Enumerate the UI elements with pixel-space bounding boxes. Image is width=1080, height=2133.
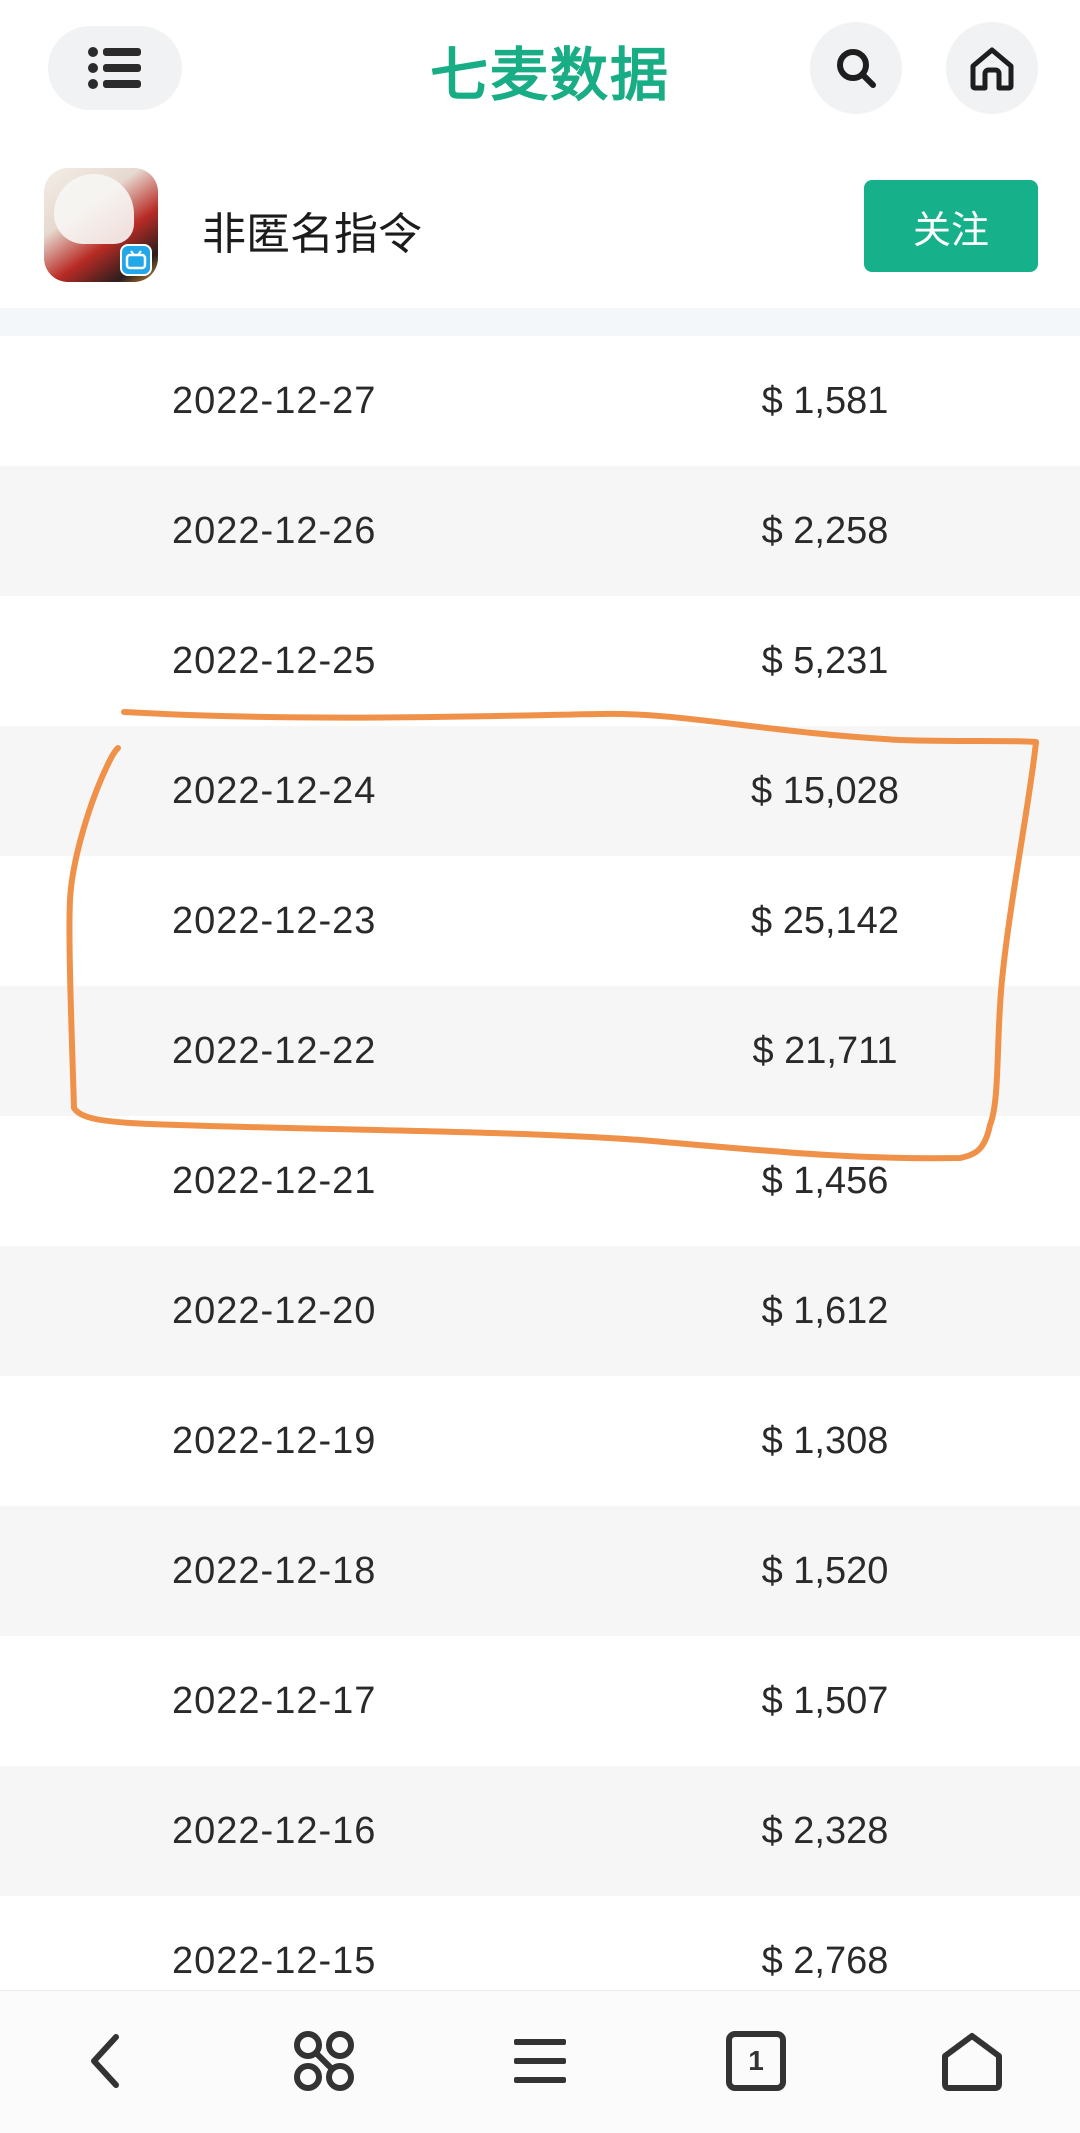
row-amount: $ 21,711 xyxy=(752,1029,898,1072)
home-icon xyxy=(970,47,1014,91)
search-button[interactable] xyxy=(810,22,902,114)
back-icon xyxy=(91,2034,119,2088)
table-row: 2022-12-21 $ 1,456 xyxy=(0,1116,1080,1246)
app-header: 非匿名指令 关注 xyxy=(0,140,1080,308)
home-nav-button[interactable] xyxy=(932,2021,1012,2101)
row-amount: $ 1,507 xyxy=(761,1679,889,1722)
row-date: 2022-12-20 xyxy=(172,1289,377,1332)
table-row: 2022-12-17 $ 1,507 xyxy=(0,1636,1080,1766)
app-icon-artwork xyxy=(54,174,134,244)
apps-button[interactable] xyxy=(284,2021,364,2101)
row-amount: $ 15,028 xyxy=(751,769,899,812)
browser-bottom-nav: 1 xyxy=(0,1990,1080,2133)
table-row: 2022-12-18 $ 1,520 xyxy=(0,1506,1080,1636)
table-row: 2022-12-20 $ 1,612 xyxy=(0,1246,1080,1376)
row-date: 2022-12-15 xyxy=(172,1939,377,1982)
home-button[interactable] xyxy=(946,22,1038,114)
row-date: 2022-12-23 xyxy=(172,899,377,942)
table-row: 2022-12-19 $ 1,308 xyxy=(0,1376,1080,1506)
row-amount: $ 2,768 xyxy=(761,1939,889,1982)
row-date: 2022-12-18 xyxy=(172,1549,377,1592)
table-row: 2022-12-26 $ 2,258 xyxy=(0,466,1080,596)
row-amount: $ 25,142 xyxy=(751,899,899,942)
row-date: 2022-12-19 xyxy=(172,1419,377,1462)
back-button[interactable] xyxy=(66,2021,146,2101)
follow-button[interactable]: 关注 xyxy=(864,180,1038,272)
revenue-table: 2022-12-27 $ 1,581 2022-12-26 $ 2,258 2022-1… xyxy=(0,336,1080,2026)
table-row: 2022-12-27 $ 1,581 xyxy=(0,336,1080,466)
row-date: 2022-12-22 xyxy=(172,1029,377,1072)
row-date: 2022-12-21 xyxy=(172,1159,377,1202)
row-amount: $ 1,581 xyxy=(761,379,889,422)
row-date: 2022-12-17 xyxy=(172,1679,377,1722)
table-row: 2022-12-23 $ 25,142 xyxy=(0,856,1080,986)
menu-button[interactable] xyxy=(48,26,182,110)
table-row: 2022-12-24 $ 15,028 xyxy=(0,726,1080,856)
row-amount: $ 5,231 xyxy=(761,639,889,682)
apps-icon xyxy=(294,2031,354,2091)
row-date: 2022-12-24 xyxy=(172,769,377,812)
menu-nav-button[interactable] xyxy=(500,2021,580,2101)
row-date: 2022-12-25 xyxy=(172,639,377,682)
row-amount: $ 1,456 xyxy=(761,1159,889,1202)
table-row: 2022-12-16 $ 2,328 xyxy=(0,1766,1080,1896)
menu-icon xyxy=(514,2039,566,2083)
app-icon[interactable] xyxy=(44,168,158,282)
search-icon xyxy=(837,49,876,88)
row-amount: $ 2,258 xyxy=(761,509,889,552)
row-date: 2022-12-16 xyxy=(172,1809,377,1852)
row-amount: $ 1,612 xyxy=(761,1289,889,1332)
row-amount: $ 2,328 xyxy=(761,1809,889,1852)
top-bar: 七麦数据 xyxy=(0,0,1080,140)
tabs-button[interactable]: 1 xyxy=(716,2021,796,2101)
table-row: 2022-12-25 $ 5,231 xyxy=(0,596,1080,726)
row-date: 2022-12-27 xyxy=(172,379,377,422)
home-outline-icon xyxy=(942,2033,1002,2091)
list-icon xyxy=(88,47,141,89)
row-amount: $ 1,520 xyxy=(761,1549,889,1592)
tv-badge-icon xyxy=(120,244,152,276)
row-date: 2022-12-26 xyxy=(172,509,377,552)
site-logo[interactable]: 七麦数据 xyxy=(410,30,690,110)
table-row: 2022-12-22 $ 21,711 xyxy=(0,986,1080,1116)
app-name: 非匿名指令 xyxy=(202,209,422,260)
page: 七麦数据 非匿名指令 关注 2022-12-27 $ 1,581 2022-12… xyxy=(0,0,1080,2133)
tab-count: 1 xyxy=(748,2045,764,2076)
row-amount: $ 1,308 xyxy=(761,1419,889,1462)
section-divider xyxy=(0,308,1080,336)
